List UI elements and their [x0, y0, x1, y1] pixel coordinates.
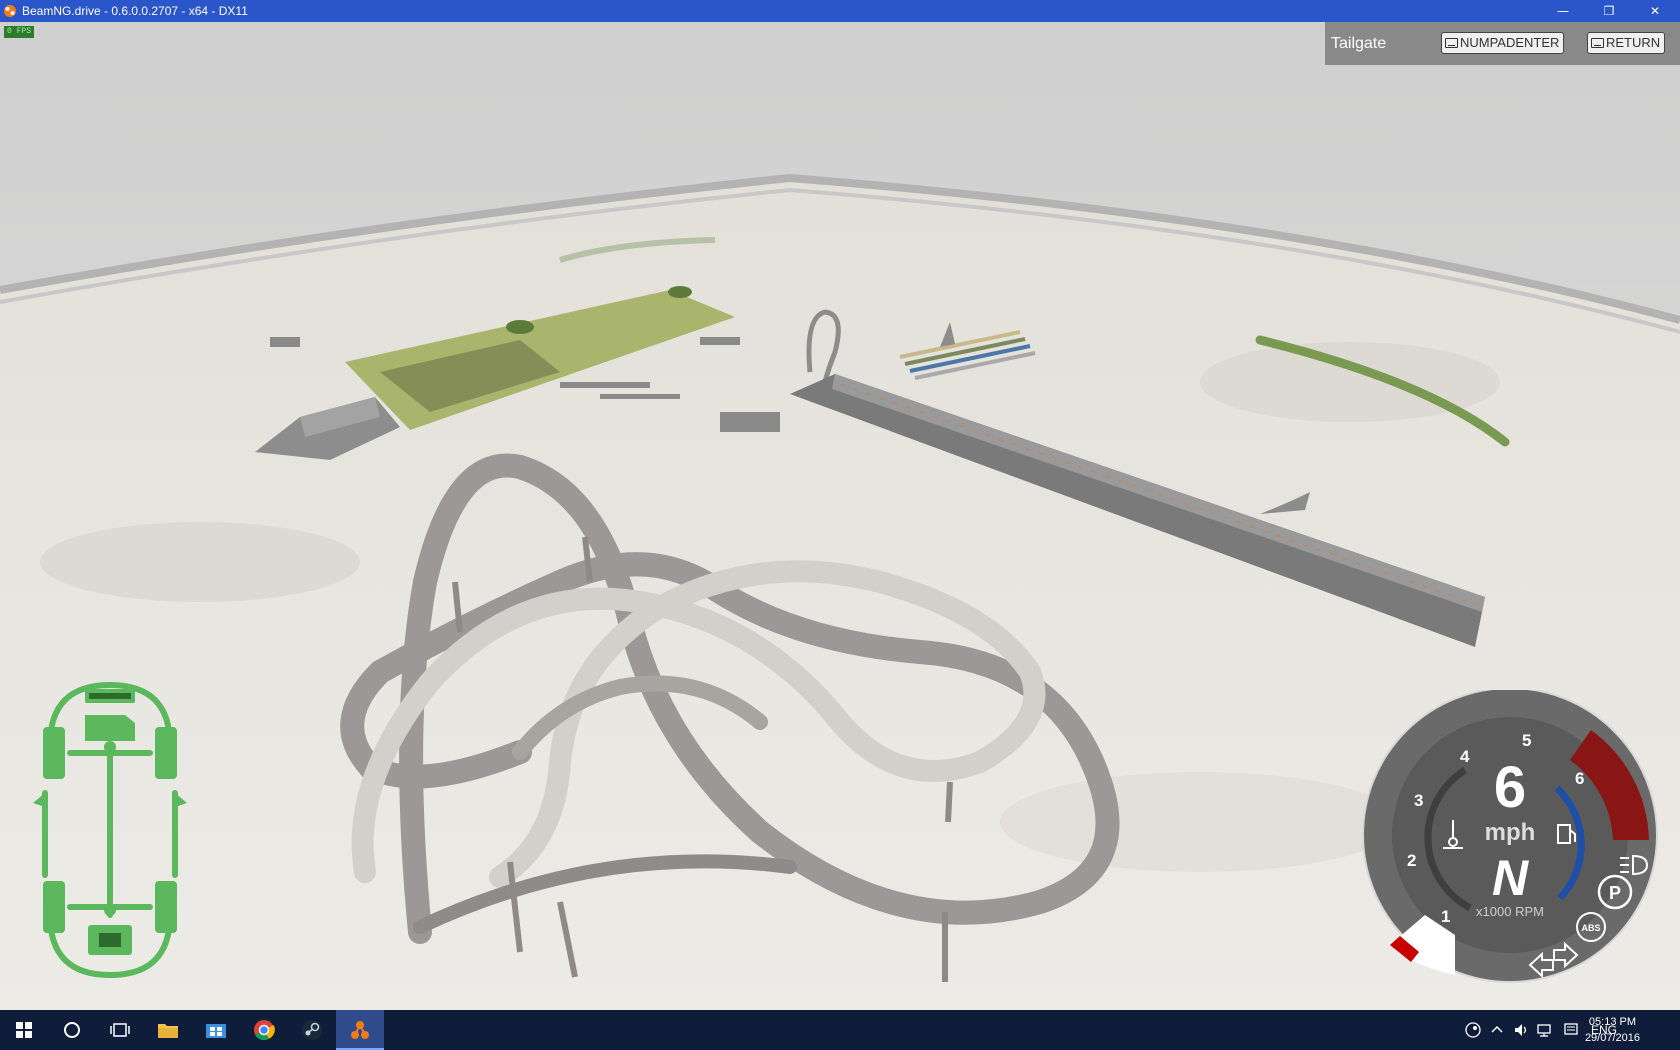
clock-time: 05:13 PM [1588, 1016, 1637, 1028]
chrome-button[interactable] [240, 1010, 288, 1050]
minimize-button[interactable]: — [1540, 0, 1586, 22]
task-view-icon [110, 1023, 130, 1037]
beamng-taskbar-button[interactable] [336, 1010, 384, 1050]
start-icon [16, 1022, 32, 1038]
rpm-unit-label: x1000 RPM [1476, 904, 1544, 919]
file-explorer-icon [158, 1024, 178, 1038]
rpm-tick-1: 1 [1441, 907, 1450, 926]
rpm-tick-3: 3 [1414, 791, 1423, 810]
window-title-bar: BeamNG.drive - 0.6.0.0.2707 - x64 - DX11… [0, 0, 1680, 22]
cortana-button[interactable] [48, 1010, 96, 1050]
steam-tray-icon[interactable] [1465, 1022, 1481, 1038]
volume-icon[interactable] [1513, 1022, 1529, 1038]
network-icon[interactable] [1537, 1022, 1555, 1038]
steam-button[interactable] [288, 1010, 336, 1050]
action-prompt-bar: Tailgate NUMPADENTER RETURN [1325, 22, 1680, 65]
tire-front-left [43, 727, 65, 779]
chrome-icon [254, 1020, 275, 1041]
speed-unit-label: mph [1485, 819, 1536, 846]
parking-indicator-text: P [1609, 883, 1621, 903]
return-key-button[interactable]: RETURN [1587, 32, 1666, 54]
beamng-icon [351, 1021, 369, 1039]
tire-rear-right [155, 881, 177, 933]
clock-date: 29/07/2016 [1584, 1032, 1640, 1044]
key-label: RETURN [1606, 35, 1661, 50]
start-button[interactable] [0, 1010, 48, 1050]
tire-rear-left [43, 881, 65, 933]
rpm-tick-5: 5 [1522, 731, 1531, 750]
file-explorer-button[interactable] [144, 1010, 192, 1050]
taskbar: ENG 05:13 PM 29/07/2016 [0, 1010, 1680, 1050]
speedometer-gauge: 1 2 3 4 5 6 6 mph N x1000 RPM P ABS [1362, 690, 1658, 983]
rpm-tick-6: 6 [1575, 769, 1584, 788]
store-button[interactable] [192, 1010, 240, 1050]
action-label: Tailgate [1331, 35, 1387, 52]
key-label: NUMPADENTER [1460, 35, 1560, 50]
task-view-button[interactable] [96, 1010, 144, 1050]
numpadenter-key-button[interactable]: NUMPADENTER [1441, 32, 1565, 54]
action-center-icon[interactable] [1563, 1022, 1579, 1038]
rpm-tick-2: 2 [1407, 851, 1416, 870]
vehicle-damage-diagram [33, 681, 187, 979]
keyboard-icon [1445, 38, 1458, 48]
cortana-icon [64, 1022, 80, 1038]
beamng-logo-icon [4, 5, 16, 17]
tire-front-right [155, 727, 177, 779]
window-title: BeamNG.drive - 0.6.0.0.2707 - x64 - DX11 [22, 4, 248, 18]
engine-icon [85, 715, 135, 741]
keyboard-icon [1591, 38, 1604, 48]
rpm-tick-4: 4 [1460, 747, 1470, 766]
clock[interactable]: 05:13 PM 29/07/2016 [1585, 1014, 1640, 1046]
restore-button[interactable]: ❐ [1586, 0, 1632, 22]
abs-indicator-text: ABS [1581, 923, 1600, 933]
store-icon [206, 1024, 226, 1038]
chevron-up-icon[interactable] [1489, 1022, 1505, 1038]
speed-readout: 6 [1494, 755, 1526, 820]
fps-counter: 0 FPS [4, 26, 34, 38]
steam-icon [302, 1020, 322, 1040]
gear-indicator: N [1492, 850, 1529, 906]
close-button[interactable]: ✕ [1632, 0, 1678, 22]
